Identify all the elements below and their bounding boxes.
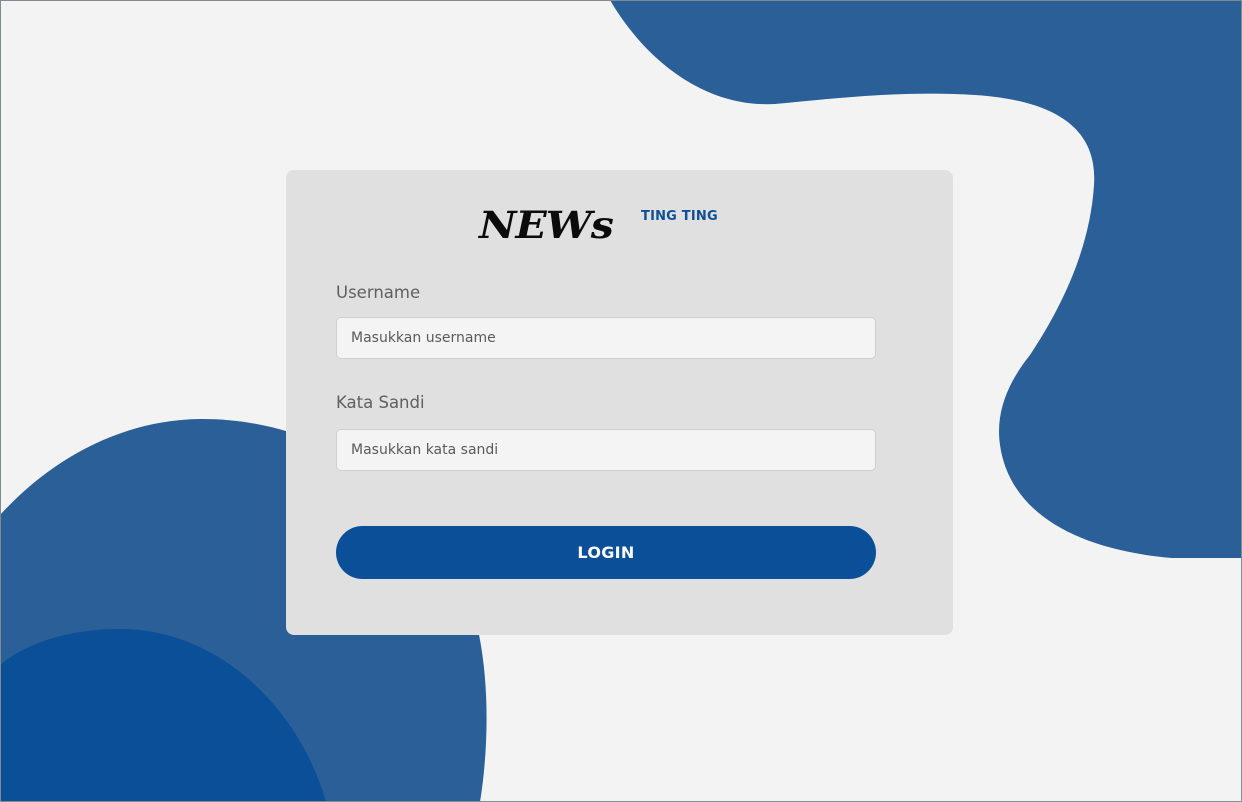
username-input[interactable] <box>336 317 876 359</box>
password-label: Kata Sandi <box>336 393 425 412</box>
login-button[interactable]: LOGIN <box>336 526 876 579</box>
brand-tagline: TING TING <box>641 209 718 224</box>
password-input[interactable] <box>336 429 876 471</box>
login-card: NEWs TING TING Username Kata Sandi LOGIN <box>286 170 953 635</box>
brand-name: NEWs <box>479 203 614 248</box>
username-label: Username <box>336 283 421 302</box>
